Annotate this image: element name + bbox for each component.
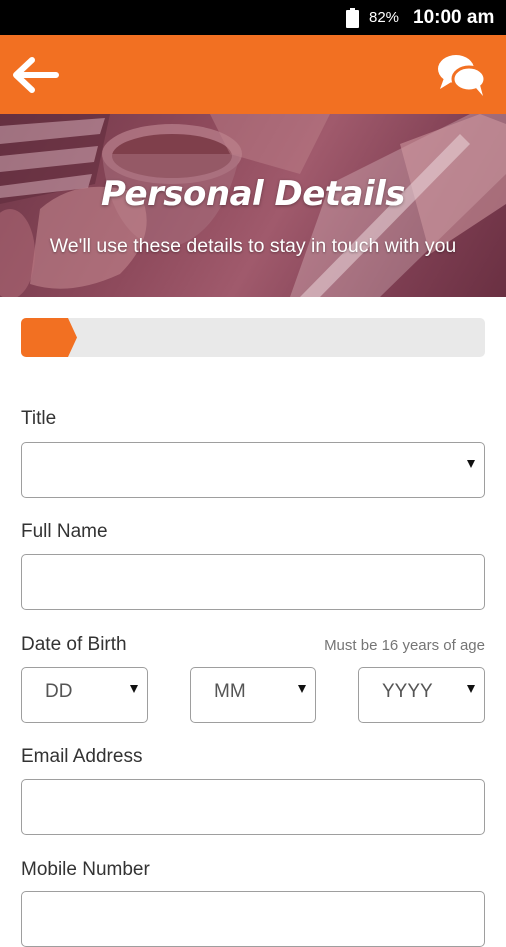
- status-bar: 82% 10:00 am: [0, 0, 506, 35]
- battery-percentage: 82%: [369, 9, 400, 26]
- mobile-number-label: Mobile Number: [21, 859, 150, 880]
- progress-fill: [21, 318, 77, 357]
- dob-month-select[interactable]: MM: [190, 667, 316, 723]
- chat-button[interactable]: [434, 51, 490, 99]
- dropdown-caret-icon: [298, 685, 306, 693]
- full-name-label: Full Name: [21, 521, 108, 542]
- dropdown-caret-icon: [467, 460, 475, 468]
- chat-bubbles-icon: [438, 55, 487, 96]
- dob-day-select[interactable]: DD: [21, 667, 148, 723]
- page-subtitle: We'll use these details to stay in touch…: [49, 235, 457, 257]
- arrow-left-icon: [13, 57, 59, 93]
- hero-banner: Personal Details We'll use these details…: [0, 114, 506, 297]
- mobile-number-input[interactable]: [21, 891, 485, 947]
- form-progress-bar: [21, 318, 485, 357]
- dob-year-value: YYYY: [382, 681, 433, 702]
- email-input[interactable]: [21, 779, 485, 835]
- title-label: Title: [21, 408, 57, 429]
- dob-year-select[interactable]: YYYY: [358, 667, 485, 723]
- dropdown-caret-icon: [467, 685, 475, 693]
- clock: 10:00 am: [413, 7, 495, 28]
- full-name-input[interactable]: [21, 554, 485, 610]
- title-select[interactable]: [21, 442, 485, 498]
- dropdown-caret-icon: [130, 685, 138, 693]
- app-bar: [0, 35, 506, 114]
- dob-month-value: MM: [214, 681, 246, 702]
- battery-icon: [346, 8, 359, 28]
- dob-hint: Must be 16 years of age: [324, 637, 485, 654]
- email-label: Email Address: [21, 746, 143, 767]
- dob-label: Date of Birth: [21, 634, 127, 655]
- dob-day-value: DD: [45, 681, 73, 702]
- page-title: Personal Details: [100, 174, 406, 214]
- back-button[interactable]: [8, 53, 62, 97]
